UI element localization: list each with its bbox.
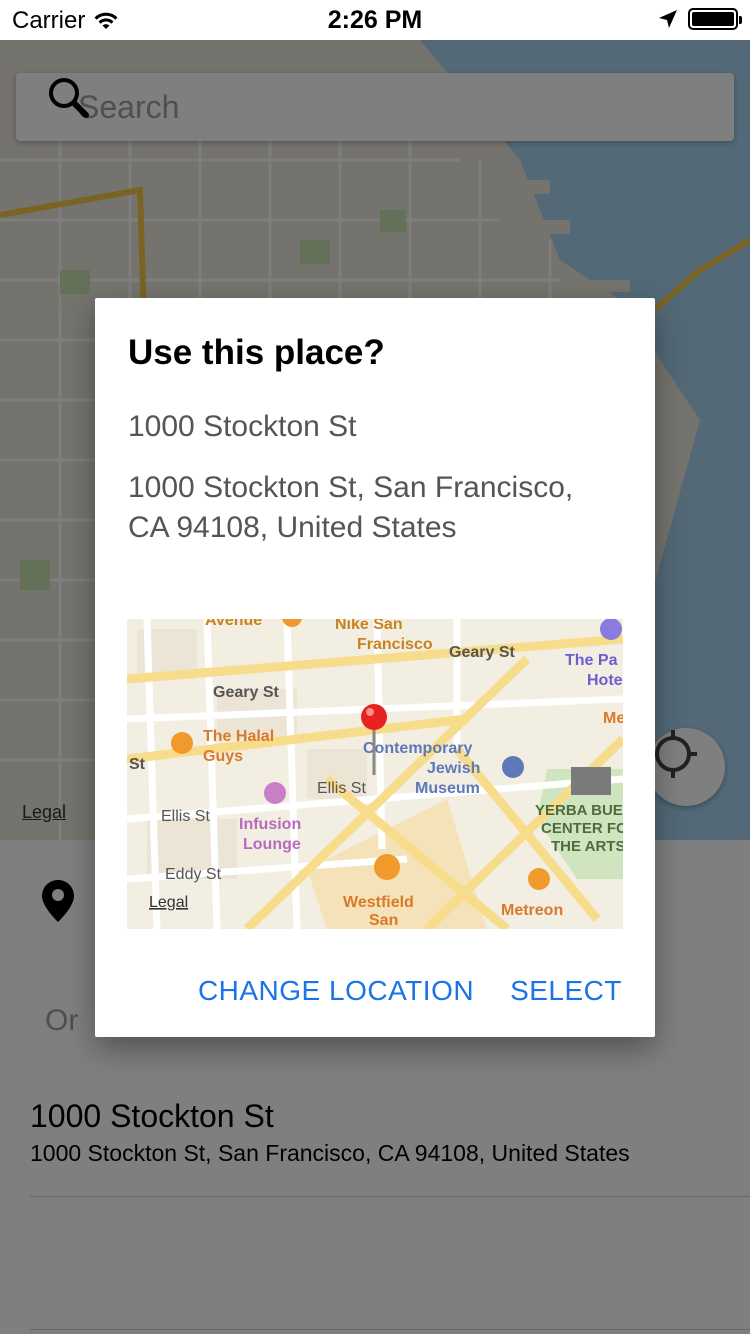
map-label-ellis-st: Ellis St xyxy=(161,808,210,825)
svg-text:Nike San: Nike San xyxy=(335,619,403,633)
svg-text:Francisco: Francisco xyxy=(357,636,433,653)
map-label-me: Me xyxy=(603,710,623,727)
svg-text:The Halal: The Halal xyxy=(203,728,274,745)
status-bar: Carrier 2:26 PM xyxy=(0,0,750,40)
location-arrow-icon xyxy=(659,10,677,28)
svg-text:Lounge: Lounge xyxy=(243,836,301,853)
change-location-button[interactable]: CHANGE LOCATION xyxy=(198,975,474,1007)
svg-text:Contemporary: Contemporary xyxy=(363,740,472,757)
svg-text:Guys: Guys xyxy=(203,748,243,765)
map-label-avenue: Avenue xyxy=(205,619,262,629)
status-indicators xyxy=(658,8,742,30)
svg-text:CENTER FO: CENTER FO xyxy=(541,820,623,837)
map-label-ellis-st: Ellis St xyxy=(317,780,366,797)
map-label-metreon: Metreon xyxy=(501,902,563,919)
clock: 2:26 PM xyxy=(327,6,423,34)
map-label-geary-st: Geary St xyxy=(213,684,279,701)
select-button[interactable]: SELECT xyxy=(510,975,622,1007)
place-name: 1000 Stockton St xyxy=(128,410,357,443)
svg-text:Museum: Museum xyxy=(415,780,480,797)
svg-text:YERBA BUE: YERBA BUE xyxy=(535,802,623,819)
confirm-place-dialog: Use this place? 1000 Stockton St 1000 St… xyxy=(95,298,655,1037)
map-label-st: St xyxy=(129,756,146,773)
dialog-actions: CHANGE LOCATION SELECT xyxy=(198,975,622,1007)
dialog-title: Use this place? xyxy=(128,333,385,372)
svg-text:Infusion: Infusion xyxy=(239,816,301,833)
map-label-legal: Legal xyxy=(149,894,188,911)
map-label-eddy-st: Eddy St xyxy=(165,866,222,883)
svg-text:Westfield: Westfield xyxy=(343,894,414,911)
svg-text:Jewish: Jewish xyxy=(427,760,480,777)
battery-icon xyxy=(688,8,742,30)
map-label-geary-st: Geary St xyxy=(449,644,515,661)
svg-text:San: San xyxy=(369,912,398,929)
place-address: 1000 Stockton St, San Francisco, CA 9410… xyxy=(128,471,574,544)
map-label-hote: Hote xyxy=(587,672,623,689)
svg-text:THE ARTS: THE ARTS xyxy=(551,838,623,855)
map-label-the-pa: The Pa xyxy=(565,652,618,669)
place-map-preview: Avenue Nike San Francisco Geary St Geary… xyxy=(127,619,623,929)
